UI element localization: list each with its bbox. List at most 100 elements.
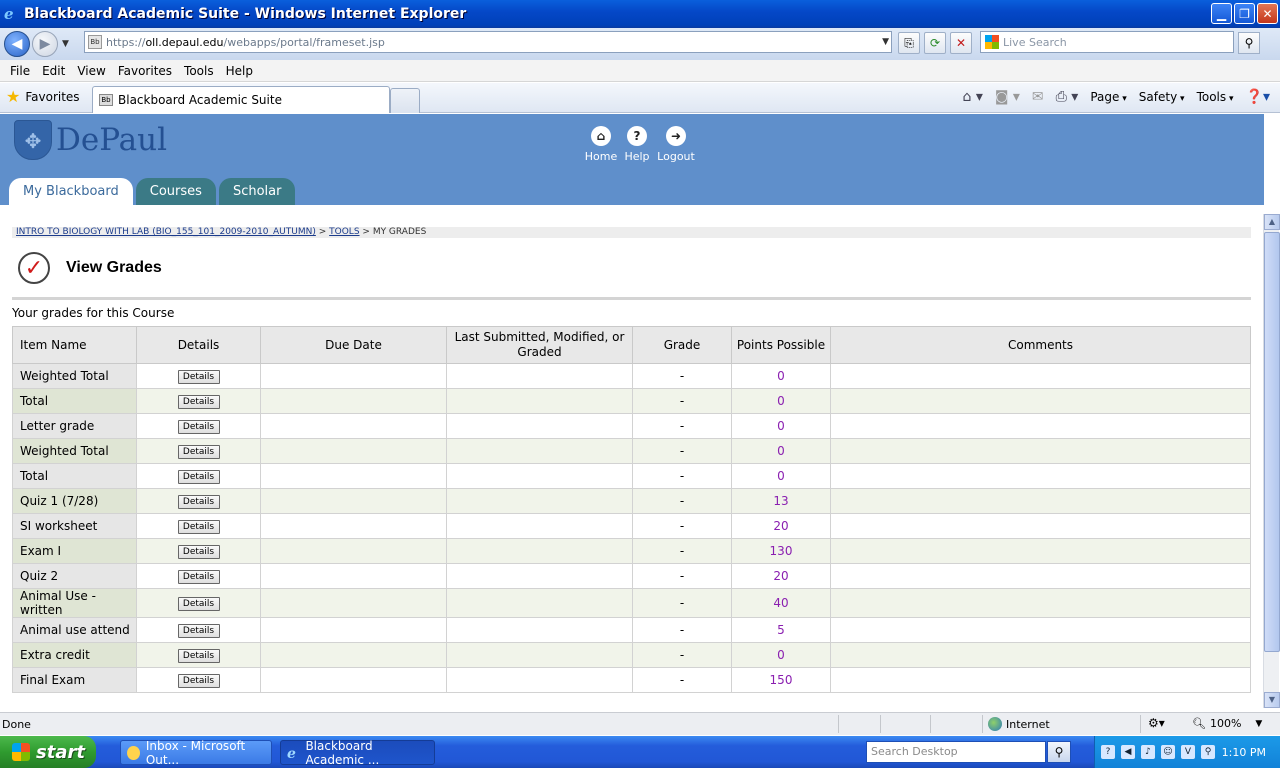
menu-file[interactable]: File	[4, 64, 36, 78]
search-tray-icon[interactable]: ⚲	[1201, 745, 1215, 759]
protected-mode-icon[interactable]: ⚙▾	[1148, 716, 1165, 730]
refresh-icon[interactable]: ⟳	[924, 32, 946, 54]
url-field[interactable]: Bb https://oll.depaul.edu/webapps/portal…	[84, 31, 892, 53]
depaul-shield-icon: ✥	[14, 120, 52, 160]
page-menu[interactable]: Page	[1090, 90, 1126, 104]
menu-favorites[interactable]: Favorites	[112, 64, 178, 78]
restore-button[interactable]: ❐	[1234, 3, 1255, 24]
details-button[interactable]: Details	[177, 420, 220, 434]
volume-icon[interactable]: ♪	[1141, 745, 1155, 759]
grade-cell: -	[632, 617, 732, 643]
tab-scholar[interactable]: Scholar	[218, 178, 296, 205]
points-possible-cell: 20	[731, 513, 831, 539]
print-icon[interactable]: ⎙ ▾	[1056, 89, 1079, 105]
depaul-logo[interactable]: ✥ DePaul	[14, 120, 167, 160]
feeds-icon[interactable]: ◙ ▾	[995, 89, 1020, 105]
due-date-cell	[260, 588, 447, 618]
search-icon[interactable]: ⚲	[1047, 741, 1071, 763]
breadcrumb-course-link[interactable]: INTRO TO BIOLOGY WITH LAB (BIO_155_101_2…	[16, 227, 316, 237]
taskbar-outlook-button[interactable]: Inbox - Microsoft Out...	[120, 739, 272, 767]
mail-icon[interactable]: ✉	[1032, 89, 1044, 105]
points-possible-cell: 0	[731, 438, 831, 464]
details-button[interactable]: Details	[177, 624, 220, 638]
details-button[interactable]: Details	[177, 570, 220, 584]
messenger-icon[interactable]: ☺	[1161, 745, 1175, 759]
menu-tools[interactable]: Tools	[178, 64, 220, 78]
details-button[interactable]: Details	[177, 649, 220, 663]
desktop-search-input[interactable]: Search Desktop	[866, 741, 1046, 763]
antivirus-icon[interactable]: V	[1181, 745, 1195, 759]
details-button[interactable]: Details	[177, 495, 220, 509]
details-button[interactable]: Details	[177, 520, 220, 534]
tools-menu[interactable]: Tools	[1197, 90, 1234, 104]
item-name-cell: SI worksheet	[12, 513, 137, 539]
details-button[interactable]: Details	[177, 370, 220, 384]
points-possible-cell: 130	[731, 538, 831, 564]
status-divider	[1140, 715, 1141, 733]
tab-my-blackboard[interactable]: My Blackboard	[9, 178, 133, 205]
status-bar: Done Internet ⚙▾ 🔍︎ 100% ▼	[0, 712, 1280, 735]
scroll-down-arrow[interactable]: ▼	[1264, 692, 1280, 708]
window-title: Blackboard Academic Suite - Windows Inte…	[24, 6, 467, 22]
logout-link-label: Logout	[657, 150, 695, 163]
help-link[interactable]: ? Help	[622, 126, 652, 163]
new-tab-button[interactable]	[390, 88, 420, 113]
taskbar-ie-button[interactable]: e Blackboard Academic ...	[280, 739, 435, 767]
table-row: Weighted Total Details -0	[12, 438, 1251, 464]
close-button[interactable]: ✕	[1257, 3, 1278, 24]
chevron-down-icon[interactable]: ▼	[882, 37, 889, 47]
details-button[interactable]: Details	[177, 470, 220, 484]
details-button[interactable]: Details	[177, 445, 220, 459]
page-title: View Grades	[66, 259, 162, 276]
status-divider	[982, 715, 983, 733]
recent-pages-dropdown[interactable]: ▼	[62, 39, 69, 49]
stop-icon[interactable]: ✕	[950, 32, 972, 54]
help-icon[interactable]: ❓▾	[1246, 89, 1270, 105]
start-button[interactable]: start	[0, 736, 96, 768]
chevron-down-icon[interactable]: ▼	[1255, 719, 1262, 729]
back-button[interactable]: ◀	[4, 31, 30, 57]
last-submitted-cell	[446, 538, 633, 564]
zoom-control[interactable]: 🔍︎ 100% ▼	[1192, 717, 1262, 730]
due-date-cell	[260, 413, 447, 439]
help-icon[interactable]: ?	[1101, 745, 1115, 759]
favorites-button[interactable]: ★ Favorites	[6, 89, 80, 105]
home-icon[interactable]: ⌂ ▾	[962, 89, 982, 105]
breadcrumb-tools-link[interactable]: TOOLS	[329, 227, 359, 237]
details-button[interactable]: Details	[177, 674, 220, 688]
outlook-icon	[127, 745, 140, 760]
safety-menu[interactable]: Safety	[1139, 90, 1185, 104]
details-button[interactable]: Details	[177, 597, 220, 611]
forward-button[interactable]: ▶	[32, 31, 58, 57]
home-link[interactable]: ⌂ Home	[585, 126, 617, 163]
menu-help[interactable]: Help	[220, 64, 259, 78]
tab-courses[interactable]: Courses	[135, 178, 216, 205]
menu-edit[interactable]: Edit	[36, 64, 71, 78]
house-icon: ⌂	[591, 126, 611, 146]
scroll-up-arrow[interactable]: ▲	[1264, 214, 1280, 230]
due-date-cell	[260, 538, 447, 564]
scrollbar-thumb[interactable]	[1264, 232, 1280, 652]
item-name-cell: Quiz 1 (7/28)	[12, 488, 137, 514]
details-button[interactable]: Details	[177, 395, 220, 409]
item-name-cell: Weighted Total	[12, 363, 137, 389]
browser-tab-active[interactable]: Bb Blackboard Academic Suite	[92, 86, 390, 113]
search-icon[interactable]: ⚲	[1238, 32, 1260, 54]
grade-cell: -	[632, 488, 732, 514]
network-icon[interactable]: ◀	[1121, 745, 1135, 759]
minimize-button[interactable]: ▁	[1211, 3, 1232, 24]
live-search-input[interactable]: Live Search	[980, 31, 1234, 53]
windows-logo-icon	[12, 743, 30, 761]
due-date-cell	[260, 642, 447, 668]
menu-view[interactable]: View	[71, 64, 111, 78]
due-date-cell	[260, 363, 447, 389]
vertical-scrollbar[interactable]: ▲ ▼	[1263, 214, 1280, 708]
details-button[interactable]: Details	[177, 545, 220, 559]
comments-cell	[830, 413, 1251, 439]
comments-cell	[830, 363, 1251, 389]
security-zone[interactable]: Internet	[988, 717, 1050, 731]
compatibility-view-icon[interactable]: ⎘	[898, 32, 920, 54]
last-submitted-cell	[446, 413, 633, 439]
last-submitted-cell	[446, 563, 633, 589]
logout-link[interactable]: ➜ Logout	[657, 126, 695, 163]
